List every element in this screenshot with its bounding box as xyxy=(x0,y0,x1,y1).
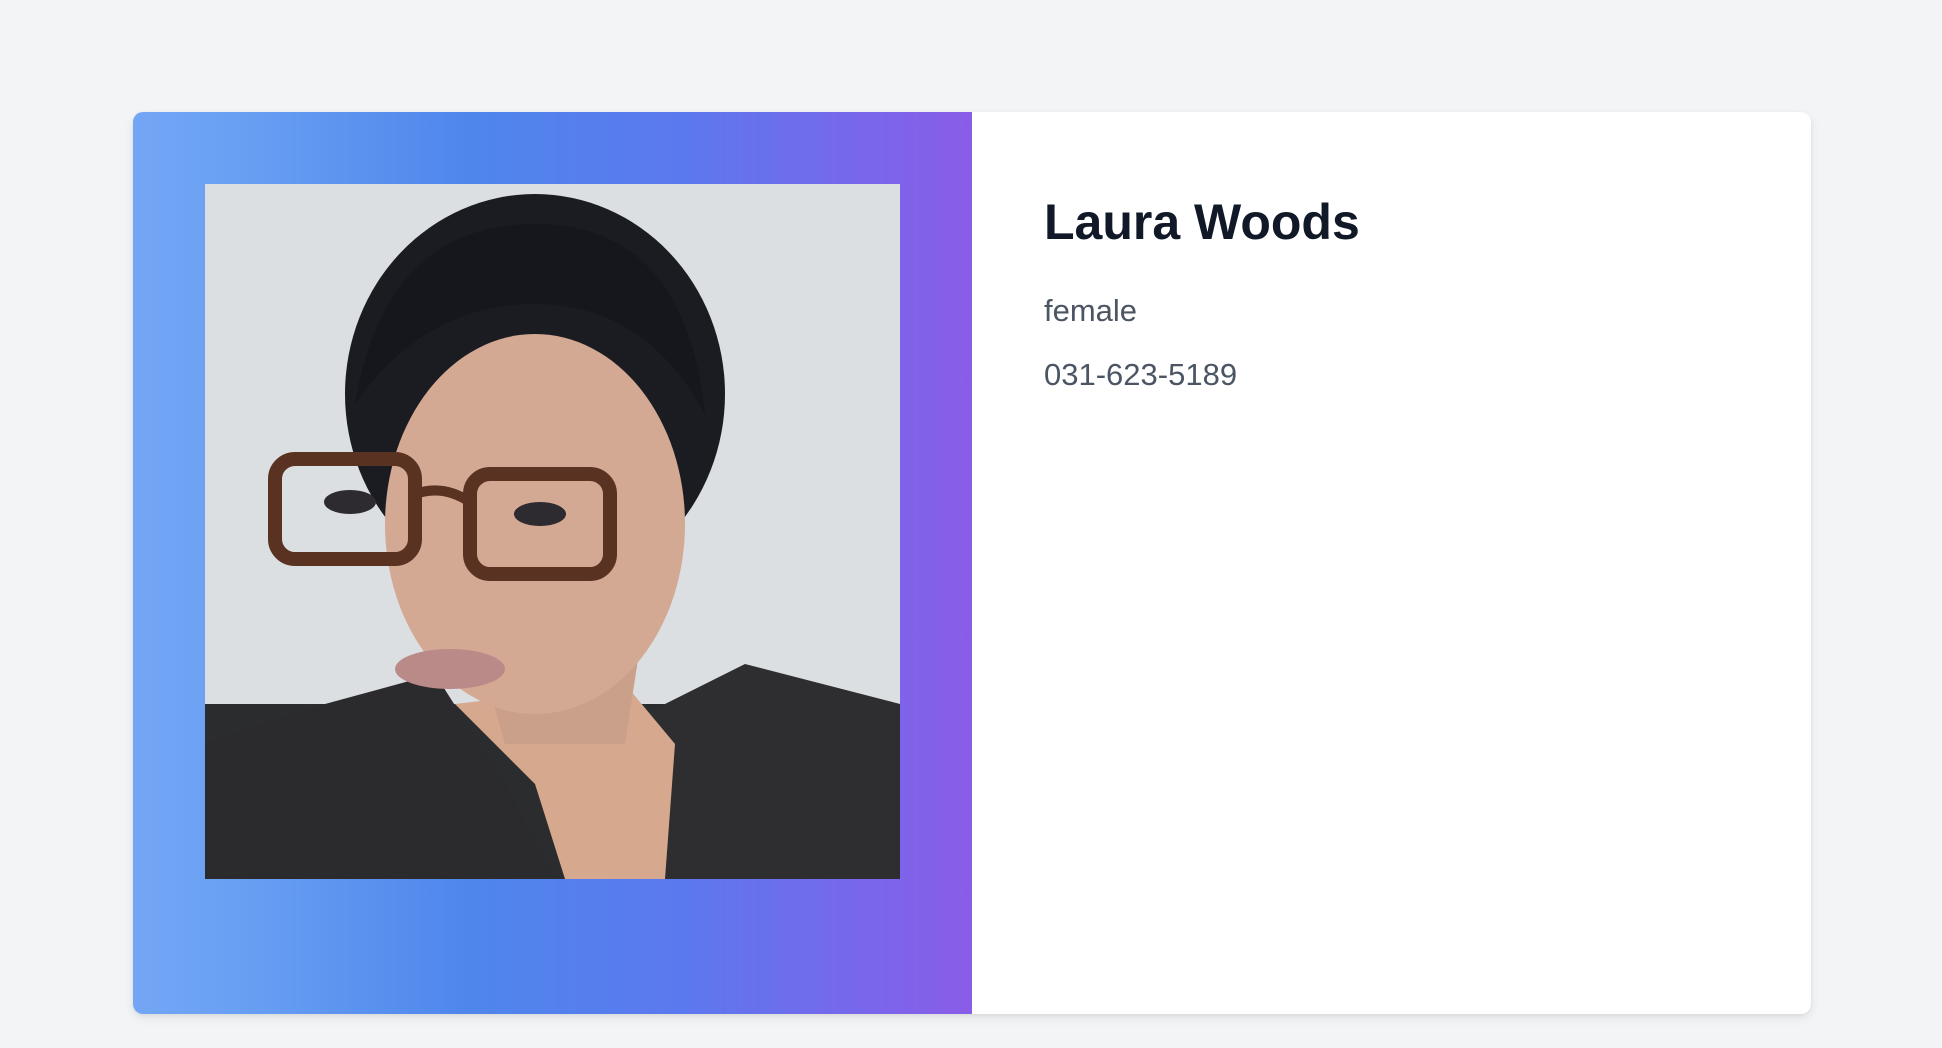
avatar xyxy=(205,184,900,879)
profile-phone: 031-623-5189 xyxy=(1044,357,1238,393)
gradient-panel xyxy=(133,112,972,1014)
profile-card: Laura Woods female 031-623-5189 xyxy=(133,112,1811,1014)
avatar-photo-icon xyxy=(205,184,900,879)
profile-name: Laura Woods xyxy=(1044,194,1360,250)
profile-details: Laura Woods female 031-623-5189 xyxy=(972,112,1811,1014)
profile-gender: female xyxy=(1044,293,1138,328)
